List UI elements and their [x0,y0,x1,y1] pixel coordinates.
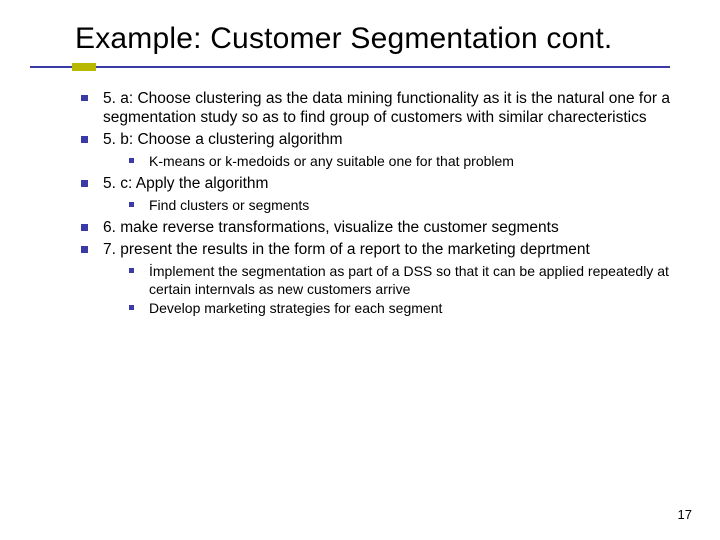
list-item-text: 5. b: Choose a clustering algorithm [103,131,343,148]
list-item: 5. b: Choose a clustering algorithm K-me… [75,130,690,170]
slide: Example: Customer Segmentation cont. 5. … [0,0,720,317]
list-item: Find clusters or segments [103,196,690,214]
title-rule [30,63,670,71]
list-item-text: 7. present the results in the form of a … [103,241,590,258]
bullet-list: 5. a: Choose clustering as the data mini… [75,89,690,318]
sub-list: K-means or k-medoids or any suitable one… [103,152,690,170]
list-item: Develop marketing strategies for each se… [103,299,690,317]
list-item: K-means or k-medoids or any suitable one… [103,152,690,170]
sub-list: İmplement the segmentation as part of a … [103,262,690,318]
rule-line [30,66,670,69]
rule-accent-box [72,63,96,71]
list-item: 5. a: Choose clustering as the data mini… [75,89,690,129]
list-item: 5. c: Apply the algorithm Find clusters … [75,174,690,214]
list-item: İmplement the segmentation as part of a … [103,262,690,298]
page-number: 17 [678,507,692,522]
list-item: 7. present the results in the form of a … [75,240,690,317]
list-item-text: 5. c: Apply the algorithm [103,175,268,192]
slide-title: Example: Customer Segmentation cont. [75,22,690,57]
list-item: 6. make reverse transformations, visuali… [75,218,690,238]
sub-list: Find clusters or segments [103,196,690,214]
